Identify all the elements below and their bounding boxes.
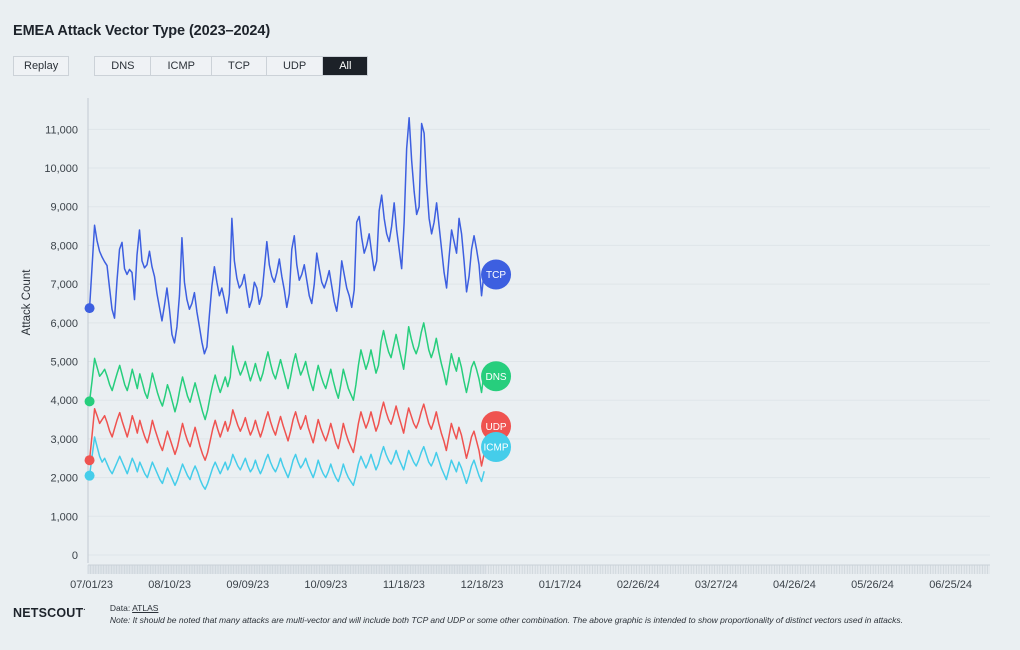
- x-tick-label: 05/26/24: [851, 579, 894, 590]
- tab-tcp[interactable]: TCP: [211, 57, 267, 75]
- x-tick-label: 06/25/24: [929, 579, 972, 590]
- tab-dns[interactable]: DNS: [95, 57, 152, 75]
- data-label: Data:: [109, 603, 131, 613]
- gridlines: [88, 128, 990, 556]
- vector-tab-group: DNS ICMP TCP UDP All: [94, 56, 369, 76]
- y-tick-label: 1,000: [50, 511, 78, 523]
- x-tick-label: 01/17/24: [539, 579, 582, 590]
- x-tick-label: 08/10/23: [148, 579, 191, 590]
- series-badge-tcp[interactable]: TCP: [481, 259, 512, 290]
- y-tick-label: 4,000: [50, 395, 78, 407]
- y-tick-label: 9,000: [50, 202, 78, 214]
- x-tick-label: 04/26/24: [773, 579, 816, 590]
- x-tick-label: 07/01/23: [70, 579, 113, 590]
- line-chart[interactable]: 0 1,000 2,000 3,000 4,000 5,000 6,000 7,000 8,00…: [0, 90, 1020, 590]
- tab-icmp[interactable]: ICMP: [151, 57, 212, 75]
- start-dot-icmp: [84, 470, 95, 481]
- y-tick-label: 6,000: [50, 318, 78, 330]
- x-tick-label: 10/09/23: [304, 579, 347, 590]
- y-axis-title: Attack Count: [21, 269, 33, 336]
- tab-all[interactable]: All: [323, 57, 368, 75]
- y-tick-label: 0: [72, 550, 78, 562]
- netscout-logo: NETSCOUT·: [13, 602, 86, 620]
- page-title: EMEA Attack Vector Type (2023–2024): [13, 23, 271, 39]
- y-tick-label: 7,000: [50, 279, 78, 291]
- footer: NETSCOUT· Data: ATLAS Note: It should be…: [0, 598, 1020, 650]
- footer-text-block: Data: ATLAS Note: It should be noted tha…: [110, 602, 1010, 627]
- series-line-icmp: [88, 436, 485, 490]
- atlas-link[interactable]: ATLAS: [132, 603, 158, 613]
- y-tick-label: 10,000: [44, 163, 78, 175]
- x-tick-label: 03/27/24: [695, 579, 738, 590]
- series-lines: [88, 116, 485, 490]
- series-line-udp: [88, 401, 485, 467]
- registered-mark-icon: ·: [83, 606, 86, 614]
- x-tick-label: 02/26/24: [617, 579, 660, 590]
- series-badge-label: TCP: [486, 270, 506, 281]
- series-badges[interactable]: TCP DNS UDP ICMP: [481, 259, 512, 463]
- series-badge-dns[interactable]: DNS: [481, 361, 512, 392]
- y-axis-ticks: 0 1,000 2,000 3,000 4,000 5,000 6,000 7,000 8,00…: [44, 124, 78, 562]
- chart-toolbar: Replay DNS ICMP TCP UDP All: [13, 56, 369, 76]
- start-dot-tcp: [84, 303, 95, 314]
- data-source-line: Data: ATLAS: [110, 602, 1010, 614]
- chart-container: 0 1,000 2,000 3,000 4,000 5,000 6,000 7,000 8,00…: [0, 90, 1020, 590]
- series-line-dns: [88, 322, 485, 421]
- series-badge-icmp[interactable]: ICMP: [481, 432, 512, 463]
- netscout-wordmark: NETSCOUT: [13, 606, 84, 620]
- y-tick-label: 3,000: [50, 434, 78, 446]
- replay-button[interactable]: Replay: [13, 56, 70, 76]
- x-tick-label: 12/18/23: [461, 579, 504, 590]
- x-tick-label: 11/18/23: [383, 579, 425, 590]
- series-badge-label: UDP: [485, 422, 506, 433]
- y-tick-label: 11,000: [45, 124, 78, 136]
- start-dot-dns: [84, 396, 95, 407]
- tab-udp[interactable]: UDP: [266, 57, 324, 75]
- x-axis-ticks: 07/01/23 08/10/23 09/09/23 10/09/23 11/18/23…: [70, 579, 972, 590]
- y-tick-label: 2,000: [50, 473, 78, 485]
- y-tick-label: 5,000: [50, 357, 78, 369]
- series-line-tcp: [88, 116, 485, 355]
- x-tick-label: 09/09/23: [226, 579, 269, 590]
- y-tick-label: 8,000: [50, 240, 78, 252]
- series-badge-label: DNS: [485, 372, 506, 383]
- x-axis-tick-band[interactable]: [87, 564, 990, 574]
- start-dot-udp: [84, 455, 95, 466]
- series-badge-label: ICMP: [484, 443, 509, 454]
- footer-note: Note: It should be noted that many attac…: [109, 615, 904, 626]
